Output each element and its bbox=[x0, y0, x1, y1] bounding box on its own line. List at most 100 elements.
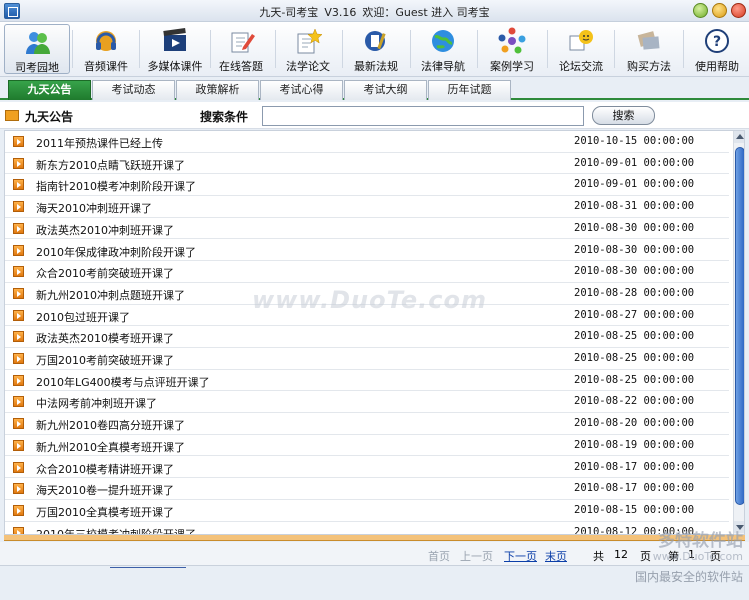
toolbar-item-purchase[interactable]: 购买方法 bbox=[616, 24, 682, 74]
list-item[interactable]: 万国2010考前突破班开课了 2010-08-25 00:00:00 bbox=[5, 348, 729, 370]
list-item[interactable]: 政法英杰2010模考班开课了 2010-08-25 00:00:00 bbox=[5, 326, 729, 348]
scroll-down-arrow-icon[interactable] bbox=[734, 521, 744, 533]
bullet-arrow-icon bbox=[13, 287, 24, 299]
list-item-title[interactable]: 政法英杰2010模考班开课了 bbox=[36, 330, 174, 346]
list-item-title[interactable]: 2011年预热课件已经上传 bbox=[36, 135, 163, 151]
window-title-version: V3.16 bbox=[324, 6, 357, 19]
list-item[interactable]: 众合2010考前突破班开课了 2010-08-30 00:00:00 bbox=[5, 261, 729, 283]
list-footer-strip bbox=[4, 535, 745, 541]
list-item-title[interactable]: 中法网考前冲刺班开课了 bbox=[36, 395, 157, 411]
list-item-title[interactable]: 新九州2010全真模考班开课了 bbox=[36, 439, 185, 455]
list-item-title[interactable]: 新东方2010点睛飞跃班开课了 bbox=[36, 157, 185, 173]
toolbar-item-papers[interactable]: 法学论文 bbox=[275, 24, 341, 74]
list-item-title[interactable]: 指南针2010模考冲刺阶段开课了 bbox=[36, 178, 196, 194]
announcement-list: 2011年预热课件已经上传 2010-10-15 00:00:00 新东方2010点… bbox=[4, 130, 745, 535]
list-item-title[interactable]: 2010年保成律政冲刺阶段开课了 bbox=[36, 244, 196, 260]
list-item-title[interactable]: 万国2010考前突破班开课了 bbox=[36, 352, 174, 368]
tab-syllabus[interactable]: 考试大纲 bbox=[344, 80, 427, 100]
search-input[interactable] bbox=[262, 106, 584, 126]
list-item[interactable]: 指南针2010模考冲刺阶段开课了 2010-09-01 00:00:00 bbox=[5, 174, 729, 197]
toolbar-label: 最新法规 bbox=[354, 60, 398, 73]
toolbar-label: 案例学习 bbox=[490, 60, 534, 73]
list-item-title[interactable]: 新九州2010卷四高分班开课了 bbox=[36, 417, 185, 433]
toolbar-label: 论坛交流 bbox=[559, 60, 603, 73]
list-item-title[interactable]: 2010包过班开课了 bbox=[36, 309, 130, 325]
tab-exam-news[interactable]: 考试动态 bbox=[92, 80, 175, 100]
toolbar-label: 使用帮助 bbox=[695, 60, 739, 73]
tab-past-exams[interactable]: 历年试题 bbox=[428, 80, 511, 100]
list-item[interactable]: 2010包过班开课了 2010-08-27 00:00:00 bbox=[5, 305, 729, 327]
list-item-title[interactable]: 众合2010考前突破班开课了 bbox=[36, 265, 174, 281]
list-item[interactable]: 新九州2010全真模考班开课了 2010-08-19 00:00:00 bbox=[5, 435, 729, 457]
bullet-arrow-icon bbox=[13, 418, 24, 430]
toolbar-item-help[interactable]: ? 使用帮助 bbox=[684, 24, 749, 74]
list-item[interactable]: 海天2010冲刺班开课了 2010-08-31 00:00:00 bbox=[5, 196, 729, 218]
list-item-title[interactable]: 2010年三校模考冲刺阶段开课了 bbox=[36, 526, 196, 534]
minimize-button[interactable] bbox=[693, 3, 708, 18]
list-item[interactable]: 新东方2010点睛飞跃班开课了 2010-09-01 00:00:00 bbox=[5, 153, 729, 175]
bullet-arrow-icon bbox=[13, 266, 24, 278]
maximize-button[interactable] bbox=[712, 3, 727, 18]
list-item-date: 2010-09-01 00:00:00 bbox=[574, 178, 695, 191]
list-item-title[interactable]: 海天2010卷一提升班开课了 bbox=[36, 482, 174, 498]
next-page-link[interactable]: 下一页 bbox=[504, 548, 537, 564]
toolbar-item-sikao-yuandi[interactable]: 司考园地 bbox=[4, 24, 70, 74]
toolbar-separator bbox=[614, 30, 615, 68]
list-item-title[interactable]: 新九州2010冲刺点题班开课了 bbox=[36, 287, 185, 303]
first-page-link[interactable]: 首页 bbox=[428, 548, 450, 564]
toolbar-label: 司考园地 bbox=[15, 61, 59, 74]
list-item[interactable]: 2010年保成律政冲刺阶段开课了 2010-08-30 00:00:00 bbox=[5, 240, 729, 262]
toolbar-item-online-quiz[interactable]: 在线答题 bbox=[208, 24, 274, 74]
list-item-date: 2010-08-17 00:00:00 bbox=[574, 482, 695, 495]
list-item[interactable]: 政法英杰2010冲刺班开课了 2010-08-30 00:00:00 bbox=[5, 218, 729, 240]
list-item-title[interactable]: 众合2010模考精讲班开课了 bbox=[36, 461, 174, 477]
bullet-arrow-icon bbox=[13, 244, 24, 256]
list-item-date: 2010-08-28 00:00:00 bbox=[574, 286, 695, 299]
list-item[interactable]: 2010年LG400模考与点评班开课了 2010-08-25 00:00:00 bbox=[5, 370, 729, 392]
list-item[interactable]: 万国2010全真模考班开课了 2010-08-15 00:00:00 bbox=[5, 500, 729, 522]
list-item[interactable]: 中法网考前冲刺班开课了 2010-08-22 00:00:00 bbox=[5, 391, 729, 414]
pencil-icon bbox=[231, 32, 255, 53]
list-item[interactable]: 海天2010卷一提升班开课了 2010-08-17 00:00:00 bbox=[5, 478, 729, 500]
tab-announcements[interactable]: 九天公告 bbox=[8, 80, 91, 100]
tab-experience[interactable]: 考试心得 bbox=[260, 80, 343, 100]
list-item-title[interactable]: 政法英杰2010冲刺班开课了 bbox=[36, 222, 174, 238]
list-item-date: 2010-08-30 00:00:00 bbox=[574, 243, 695, 256]
list-item-title[interactable]: 万国2010全真模考班开课了 bbox=[36, 504, 174, 520]
scroll-thumb[interactable] bbox=[735, 147, 744, 505]
toolbar-item-audio[interactable]: 音频课件 bbox=[73, 24, 139, 74]
bullet-arrow-icon bbox=[13, 483, 24, 495]
list-item-date: 2010-08-22 00:00:00 bbox=[574, 395, 695, 408]
toolbar-item-case-study[interactable]: 案例学习 bbox=[479, 24, 545, 74]
list-item-date: 2010-08-30 00:00:00 bbox=[574, 265, 695, 278]
list-item-date: 2010-08-25 00:00:00 bbox=[574, 330, 695, 343]
forum-icon bbox=[569, 30, 593, 51]
toolbar-item-multimedia[interactable]: 多媒体课件 bbox=[142, 24, 208, 74]
toolbar-item-law-nav[interactable]: 法律导航 bbox=[410, 24, 476, 74]
list-item[interactable]: 众合2010模考精讲班开课了 2010-08-17 00:00:00 bbox=[5, 457, 729, 479]
list-item[interactable]: 2010年三校模考冲刺阶段开课了 2010-08-12 00:00:00 bbox=[5, 522, 729, 534]
last-page-link[interactable]: 末页 bbox=[545, 548, 567, 564]
toolbar-item-forum[interactable]: 论坛交流 bbox=[548, 24, 614, 74]
law-icon bbox=[365, 31, 386, 51]
search-button[interactable]: 搜索 bbox=[592, 106, 655, 125]
toolbar-item-latest-laws[interactable]: 最新法规 bbox=[343, 24, 409, 74]
scroll-up-arrow-icon[interactable] bbox=[734, 131, 744, 143]
list-item-date: 2010-08-31 00:00:00 bbox=[574, 200, 695, 213]
close-button[interactable] bbox=[731, 3, 746, 18]
list-item[interactable]: 新九州2010冲刺点题班开课了 2010-08-28 00:00:00 bbox=[5, 283, 729, 305]
vertical-scrollbar[interactable] bbox=[733, 131, 744, 534]
prev-page-link[interactable]: 上一页 bbox=[460, 548, 493, 564]
list-item-title[interactable]: 海天2010冲刺班开课了 bbox=[36, 200, 152, 216]
list-item[interactable]: 新九州2010卷四高分班开课了 2010-08-20 00:00:00 bbox=[5, 413, 729, 435]
headphones-icon bbox=[96, 31, 116, 51]
bullet-arrow-icon bbox=[13, 309, 24, 321]
section-header: 九天公告 搜索条件 搜索 bbox=[0, 102, 749, 129]
list-item-title[interactable]: 2010年LG400模考与点评班开课了 bbox=[36, 374, 210, 390]
list-item-date: 2010-09-01 00:00:00 bbox=[574, 156, 695, 169]
list-item-date: 2010-08-27 00:00:00 bbox=[574, 308, 695, 321]
tab-policy[interactable]: 政策解析 bbox=[176, 80, 259, 100]
bullet-arrow-icon bbox=[13, 504, 24, 516]
list-item-date: 2010-08-25 00:00:00 bbox=[574, 373, 695, 386]
list-item[interactable]: 2011年预热课件已经上传 2010-10-15 00:00:00 bbox=[5, 131, 729, 153]
